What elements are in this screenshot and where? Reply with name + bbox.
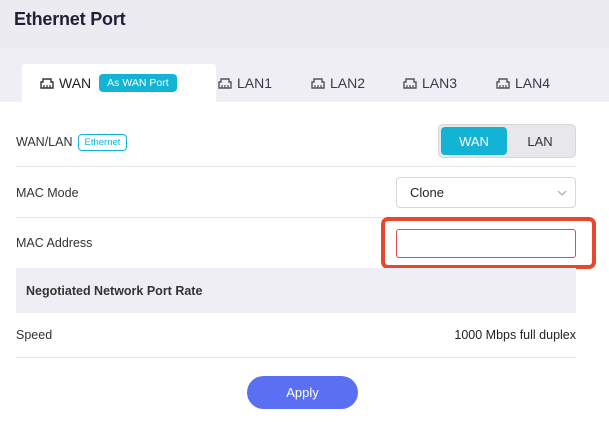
tab-lan4[interactable]: LAN4 [496, 64, 550, 102]
wan-lan-toggle[interactable]: WAN LAN [438, 124, 576, 158]
tab-lan3[interactable]: LAN3 [403, 64, 457, 102]
tab-label: WAN [59, 75, 92, 91]
mac-address-input[interactable] [396, 229, 576, 258]
chevron-down-icon [557, 190, 567, 196]
speed-value: 1000 Mbps full duplex [454, 328, 576, 342]
tab-lan1[interactable]: LAN1 [218, 64, 272, 102]
tab-label: LAN4 [515, 75, 551, 91]
speed-label: Speed [16, 328, 53, 342]
tab-label: LAN3 [422, 75, 458, 91]
wanlan-label: WAN/LAN [16, 135, 73, 149]
ethernet-badge: Ethernet [77, 133, 128, 151]
mac-mode-select[interactable]: Clone [396, 177, 576, 208]
divider [16, 166, 576, 167]
page-title: Ethernet Port [14, 9, 126, 29]
mac-address-label: MAC Address [16, 236, 93, 250]
mac-mode-label: MAC Mode [16, 186, 79, 200]
lan-option[interactable]: LAN [507, 127, 573, 155]
divider [16, 217, 576, 218]
wan-option[interactable]: WAN [441, 127, 507, 155]
tab-wan[interactable]: WAN As WAN Port [22, 64, 216, 102]
ethernet-port-icon [496, 78, 510, 89]
as-wan-port-badge: As WAN Port [99, 74, 177, 92]
ethernet-port-icon [218, 78, 232, 89]
ethernet-port-icon [311, 78, 325, 89]
divider [16, 357, 576, 358]
tab-lan2[interactable]: LAN2 [311, 64, 365, 102]
tab-label: LAN1 [237, 75, 273, 91]
section-title: Negotiated Network Port Rate [26, 283, 203, 298]
speed-row: Speed 1000 Mbps full duplex [16, 323, 576, 347]
section-header: Negotiated Network Port Rate [16, 268, 576, 313]
apply-button[interactable]: Apply [247, 376, 358, 409]
tab-label: LAN2 [330, 75, 366, 91]
ethernet-port-icon [40, 78, 54, 89]
ethernet-port-icon [403, 78, 417, 89]
mac-mode-value: Clone [410, 185, 444, 200]
